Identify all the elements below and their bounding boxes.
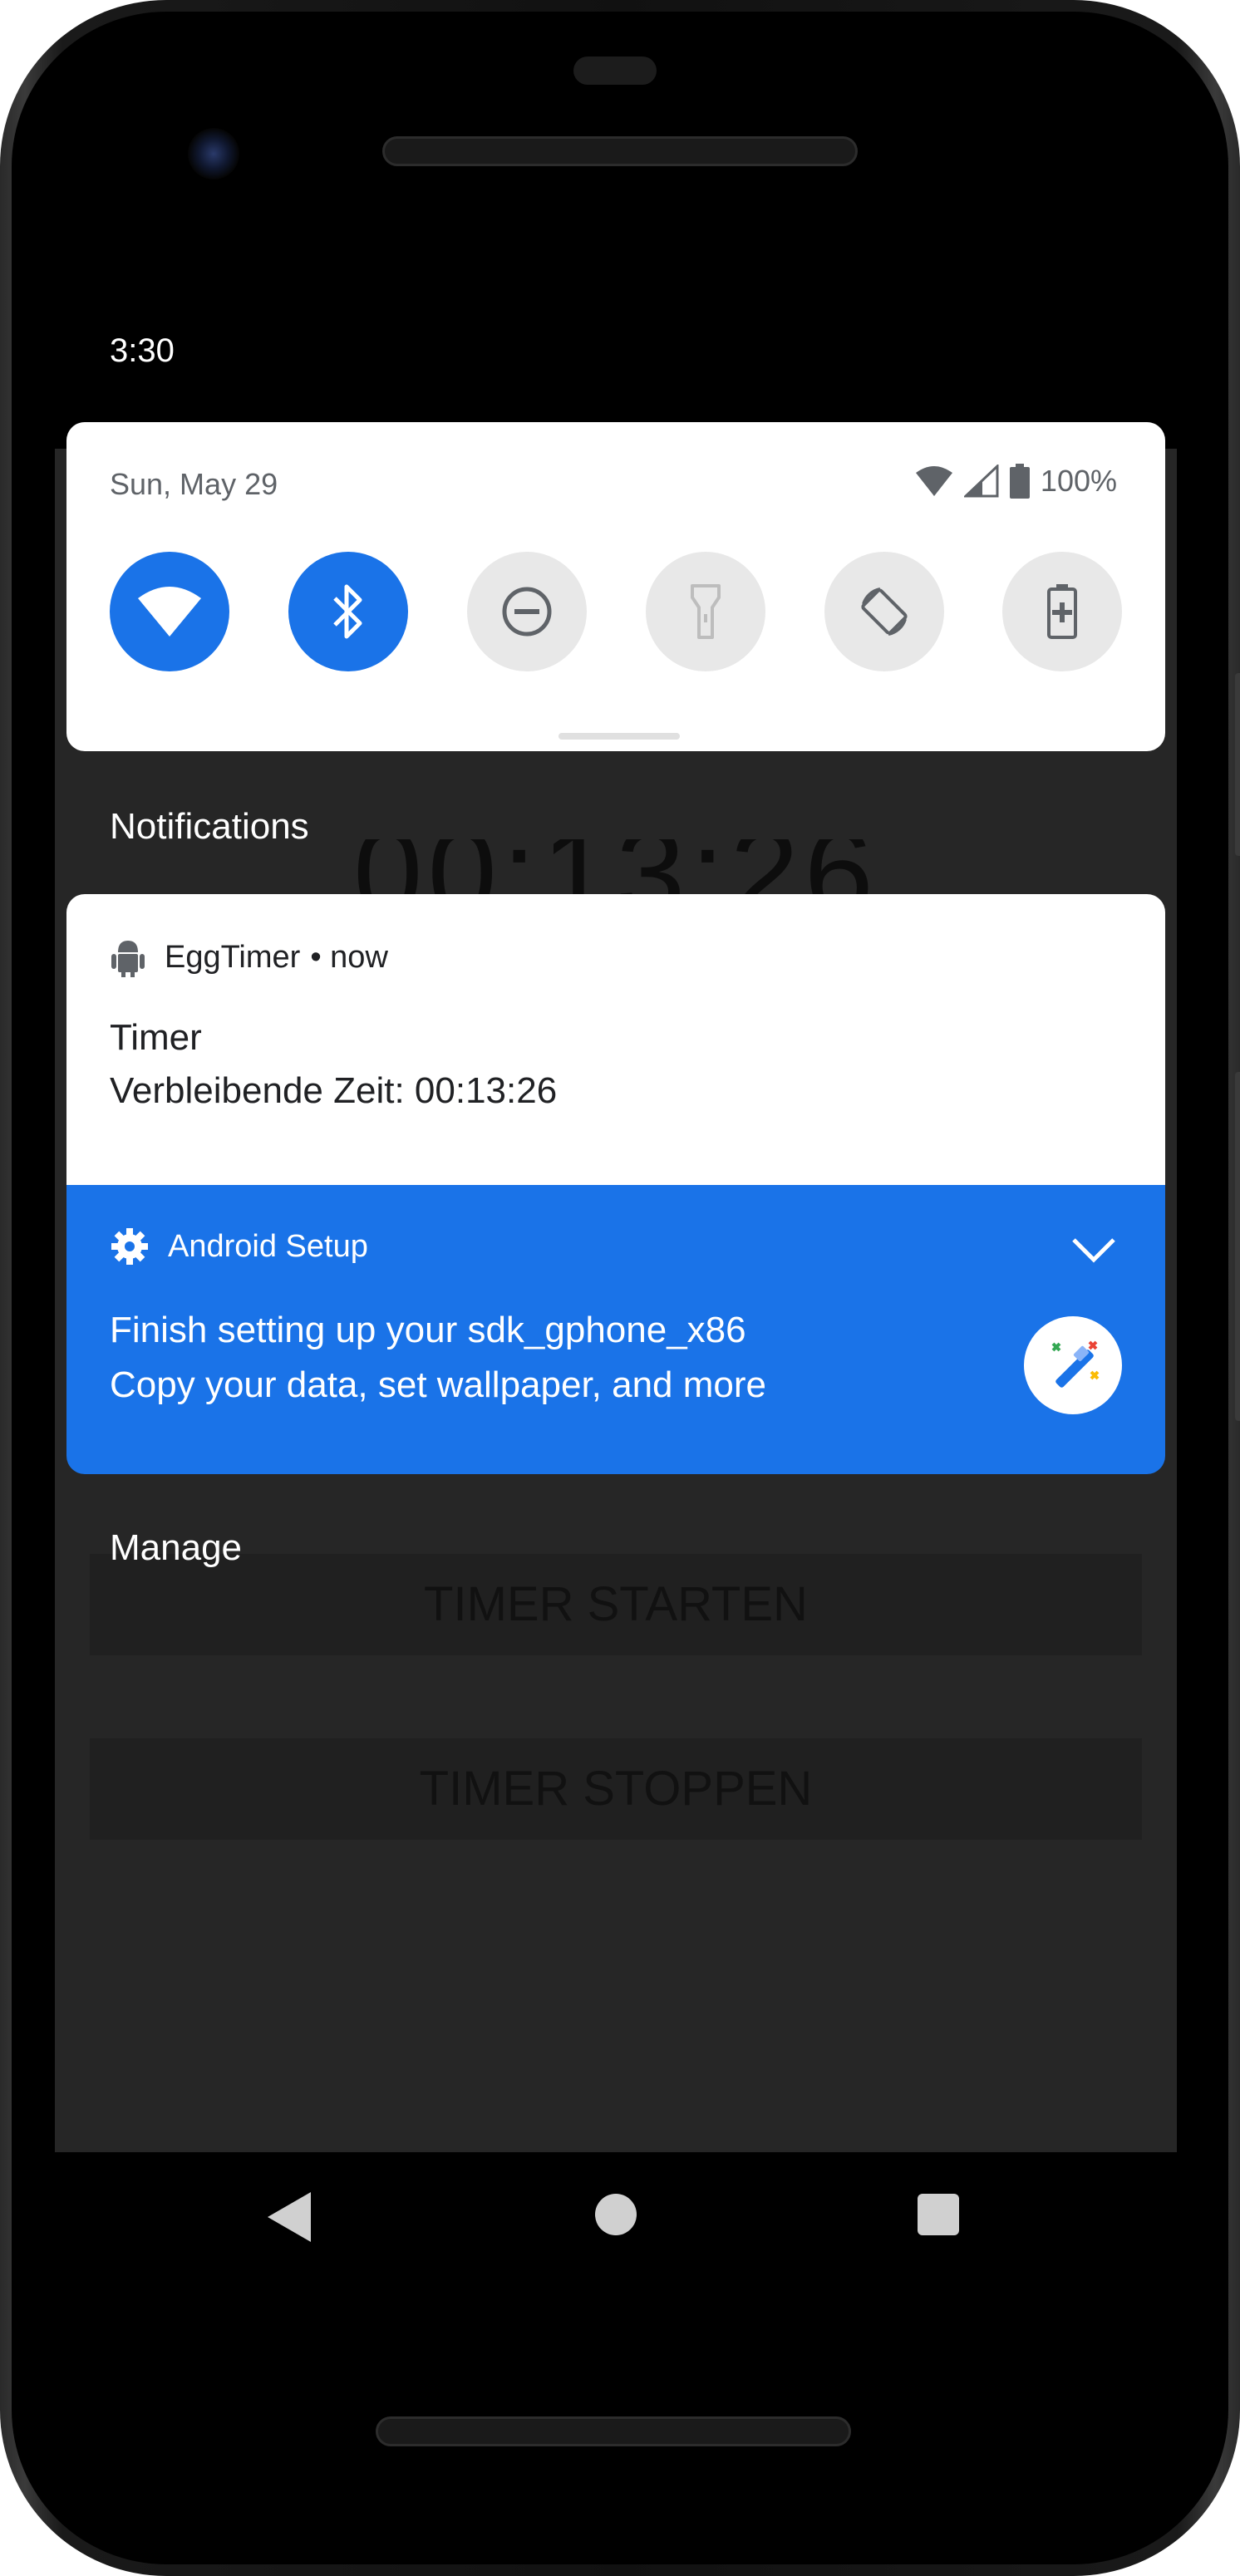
magic-wand-icon xyxy=(1051,1340,1100,1388)
android-icon xyxy=(111,941,145,977)
eggtimer-notification[interactable]: EggTimer • now Timer Verbleibende Zeit: … xyxy=(66,894,1165,1185)
notification-text: Copy your data, set wallpaper, and more xyxy=(110,1364,767,1405)
auto-rotate-tile[interactable] xyxy=(824,552,944,671)
notifications-header: Notifications xyxy=(110,806,309,847)
chevron-down-icon[interactable] xyxy=(1070,1233,1117,1266)
status-icons: 100% xyxy=(914,464,1117,499)
back-icon[interactable] xyxy=(264,2189,314,2245)
timer-start-button: TIMER STARTEN xyxy=(90,1554,1142,1655)
wifi-icon xyxy=(138,587,201,637)
drag-handle[interactable] xyxy=(558,733,680,740)
battery-percentage: 100% xyxy=(1040,464,1117,498)
navigation-bar xyxy=(55,2152,1177,2285)
quick-settings-panel: Sun, May 29 100% xyxy=(66,422,1165,751)
notification-app-name: Android Setup xyxy=(168,1228,368,1264)
bluetooth-tile[interactable] xyxy=(288,552,408,671)
notification-text: Verbleibende Zeit: 00:13:26 xyxy=(110,1070,558,1111)
screen: 00:13:26 TIMER STARTEN TIMER STOPPEN 3:3… xyxy=(55,299,1177,2152)
notification-title: Finish setting up your sdk_gphone_x86 xyxy=(110,1310,746,1350)
top-speaker-grille xyxy=(382,136,858,166)
cell-signal-icon xyxy=(963,465,999,498)
front-camera xyxy=(188,128,239,179)
do-not-disturb-icon xyxy=(502,587,552,637)
phone-frame: 00:13:26 TIMER STARTEN TIMER STOPPEN 3:3… xyxy=(0,0,1240,2576)
do-not-disturb-tile[interactable] xyxy=(467,552,587,671)
wifi-tile[interactable] xyxy=(110,552,229,671)
notification-app-name: EggTimer xyxy=(165,939,301,975)
power-button xyxy=(1235,673,1240,856)
wifi-signal-icon xyxy=(915,466,952,496)
battery-icon xyxy=(1009,464,1030,499)
timer-stop-button: TIMER STOPPEN xyxy=(90,1738,1142,1840)
battery-saver-icon xyxy=(1047,584,1077,639)
gear-icon xyxy=(111,1228,148,1265)
date-label[interactable]: Sun, May 29 xyxy=(110,467,278,502)
notification-header: Android Setup xyxy=(110,1227,368,1266)
flashlight-icon xyxy=(691,584,721,639)
status-bar-time: 3:30 xyxy=(110,332,175,369)
notification-time: • now xyxy=(310,939,388,975)
quick-settings-tiles xyxy=(110,552,1122,671)
battery-saver-tile[interactable] xyxy=(1002,552,1122,671)
recents-icon[interactable] xyxy=(918,2194,959,2235)
android-setup-notification[interactable]: Android Setup Finish setting up your sdk… xyxy=(66,1185,1165,1474)
bluetooth-icon xyxy=(333,584,362,639)
auto-rotate-icon xyxy=(861,587,908,636)
volume-button xyxy=(1235,1072,1240,1421)
notification-header: EggTimer • now xyxy=(110,937,388,977)
setup-badge xyxy=(1024,1316,1122,1414)
notification-title: Timer xyxy=(110,1017,202,1058)
home-icon[interactable] xyxy=(595,2194,637,2235)
earpiece xyxy=(573,57,657,85)
flashlight-tile[interactable] xyxy=(646,552,765,671)
manage-notifications-button[interactable]: Manage xyxy=(110,1527,242,1569)
bottom-speaker-grille xyxy=(376,2416,851,2446)
